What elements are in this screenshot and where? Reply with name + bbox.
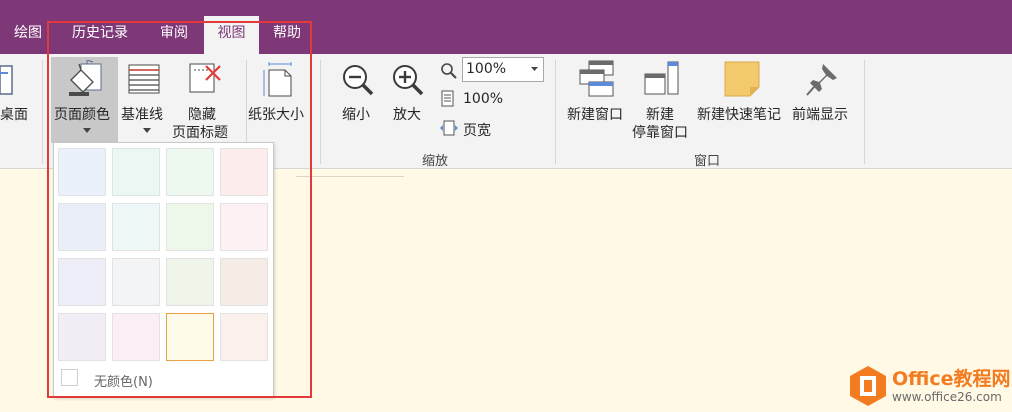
watermark-url: www.office26.com <box>892 390 1002 404</box>
office-logo-icon <box>850 366 886 406</box>
rule-lines-label[interactable]: 基准线 <box>121 104 163 124</box>
hide-title-icon <box>189 63 221 93</box>
page-100-icon <box>441 90 454 107</box>
color-swatch[interactable] <box>166 148 214 196</box>
color-swatch[interactable] <box>112 203 160 251</box>
no-color-checkbox[interactable] <box>61 369 78 386</box>
page-color-label: 页面颜色 <box>54 107 110 123</box>
desktop-label[interactable]: 桌面 <box>0 104 28 124</box>
group-separator <box>555 60 556 164</box>
new-window-icon <box>579 60 614 97</box>
chevron-down-icon <box>83 128 91 133</box>
desktop-icon <box>0 65 13 95</box>
zoom-input[interactable]: 100% <box>462 57 544 82</box>
paper-size-icon <box>263 62 292 97</box>
sticky-note-icon <box>724 61 760 97</box>
hide-title-label-2[interactable]: 页面标题 <box>172 122 228 142</box>
paper-size-label[interactable]: 纸张大小 <box>248 104 304 124</box>
page-color-menu: 无颜色(N) <box>53 142 274 397</box>
group-separator <box>320 60 321 164</box>
group-separator <box>42 60 43 164</box>
color-swatch[interactable] <box>220 148 268 196</box>
ribbon-tab-bar: 绘图 历史记录 审阅 视图 帮助 <box>0 0 1012 54</box>
zoom-out-label[interactable]: 缩小 <box>342 104 370 124</box>
group-separator <box>864 60 865 164</box>
color-swatch[interactable] <box>58 148 106 196</box>
search-icon <box>441 63 457 79</box>
watermark-brand: Office教程网 <box>892 368 1011 390</box>
watermark: Office教程网 www.office26.com <box>848 362 1012 412</box>
color-swatch[interactable] <box>220 313 268 361</box>
window-group-label: 窗口 <box>694 154 721 169</box>
color-swatch[interactable] <box>112 148 160 196</box>
zoom-value: 100% <box>466 61 507 77</box>
tab-draw[interactable]: 绘图 <box>14 20 42 54</box>
zoom-in-label[interactable]: 放大 <box>393 104 421 124</box>
tab-help[interactable]: 帮助 <box>273 20 301 54</box>
tab-history[interactable]: 历史记录 <box>72 20 128 54</box>
new-quick-note-label[interactable]: 新建快速笔记 <box>697 104 781 124</box>
color-swatch[interactable] <box>166 258 214 306</box>
color-swatch[interactable] <box>166 313 214 361</box>
pin-icon <box>806 64 837 96</box>
page-width-icon <box>440 120 458 136</box>
color-swatch[interactable] <box>166 203 214 251</box>
new-docked-label-2[interactable]: 停靠窗口 <box>632 122 688 142</box>
page-width-label[interactable]: 页宽 <box>463 120 491 140</box>
paint-bucket-icon <box>69 60 102 96</box>
rule-lines-icon <box>128 64 160 94</box>
new-docked-label-1[interactable]: 新建 <box>646 104 674 124</box>
chevron-down-icon <box>143 128 151 133</box>
title-underline <box>296 176 404 177</box>
color-swatch[interactable] <box>58 313 106 361</box>
color-swatch[interactable] <box>112 313 160 361</box>
zoom-out-icon <box>343 65 374 96</box>
color-swatch[interactable] <box>220 258 268 306</box>
no-color-option[interactable]: 无颜色(N) <box>94 371 153 390</box>
color-swatch[interactable] <box>112 258 160 306</box>
new-window-label[interactable]: 新建窗口 <box>567 104 623 124</box>
chevron-down-icon[interactable] <box>531 67 538 72</box>
zoom-group-label: 缩放 <box>422 154 449 169</box>
tab-view[interactable]: 视图 <box>204 16 259 54</box>
tab-review[interactable]: 审阅 <box>160 20 188 54</box>
always-on-top-label[interactable]: 前端显示 <box>792 104 848 124</box>
zoom-in-icon <box>393 65 424 96</box>
color-swatch[interactable] <box>58 258 106 306</box>
zoom-100-label[interactable]: 100% <box>463 91 503 107</box>
color-swatch[interactable] <box>220 203 268 251</box>
new-docked-window-icon <box>644 61 679 95</box>
hide-title-label-1[interactable]: 隐藏 <box>188 104 216 124</box>
color-swatch[interactable] <box>58 203 106 251</box>
